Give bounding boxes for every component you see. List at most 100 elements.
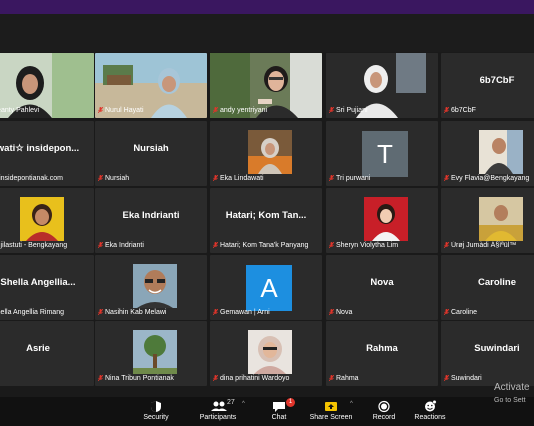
participant-tile[interactable]: andy yentriyani bbox=[210, 53, 322, 118]
participant-name-label: Hatari; Kom Tana'k Panyang bbox=[213, 241, 320, 251]
participant-name-label: Nursiah bbox=[98, 174, 205, 184]
participant-tile[interactable]: Shella Angellia... Shella Angellia Rimang bbox=[0, 255, 94, 320]
participant-tile[interactable]: Nina Tribun Pontianak bbox=[95, 321, 207, 386]
participant-name-label: Tri purwani bbox=[329, 174, 436, 184]
activate-windows-subtext: Go to Sett bbox=[494, 397, 526, 404]
participant-name-label: rie bbox=[0, 374, 92, 384]
muted-mic-icon bbox=[444, 107, 449, 113]
participant-name-label: Eka Lindawati bbox=[213, 174, 320, 184]
muted-mic-icon bbox=[213, 175, 218, 181]
reactions-button[interactable]: Reactions bbox=[412, 397, 448, 426]
participant-tile[interactable]: dina prihatini Wardoyo bbox=[210, 321, 322, 386]
meeting-header bbox=[0, 14, 534, 52]
participant-name-label: Nova bbox=[329, 308, 436, 318]
security-label: Security bbox=[143, 414, 169, 421]
participant-display-name: 6b7CbF bbox=[479, 75, 515, 86]
share-screen-icon bbox=[324, 400, 338, 413]
muted-mic-icon bbox=[98, 107, 103, 113]
share-caret-icon[interactable]: ^ bbox=[350, 401, 353, 407]
muted-mic-icon bbox=[444, 242, 449, 248]
participant-tile[interactable]: Úrøj Jumàdi Á§ìªül™ bbox=[441, 188, 534, 253]
participant-display-name: Nursiah bbox=[133, 143, 169, 154]
chat-unread-badge: 1 bbox=[286, 398, 295, 407]
participant-tile[interactable]: Asrie rie bbox=[0, 321, 94, 386]
participant-name-label: andy yentriyani bbox=[213, 106, 320, 116]
participant-name-label: dina prihatini Wardoyo bbox=[213, 374, 320, 384]
participant-tile[interactable]: wati☆ insidepon... @insidepontianak.com bbox=[0, 121, 94, 186]
muted-mic-icon bbox=[444, 175, 449, 181]
muted-mic-icon bbox=[213, 107, 218, 113]
participant-tile[interactable]: Heanty Pahlevi bbox=[0, 53, 94, 118]
participant-tile[interactable]: Nasihin Kab Melawi bbox=[95, 255, 207, 320]
participant-display-name: Rahma bbox=[366, 343, 398, 354]
chat-button[interactable]: 1 Chat bbox=[264, 397, 295, 426]
muted-mic-icon bbox=[444, 309, 449, 315]
participant-name-label: Heanty Pahlevi bbox=[0, 107, 40, 114]
participant-display-name: Nova bbox=[370, 277, 394, 288]
participant-tile[interactable]: Sheryn Violytha Lim bbox=[326, 188, 438, 253]
security-button[interactable]: Security bbox=[138, 397, 174, 426]
muted-mic-icon bbox=[98, 242, 103, 248]
participant-display-name: wati☆ insidepon... bbox=[0, 143, 80, 154]
muted-mic-icon bbox=[98, 375, 103, 381]
participant-display-name: Shella Angellia... bbox=[0, 277, 76, 288]
participants-count: 27 bbox=[227, 399, 235, 406]
participant-tile[interactable]: Nova Nova bbox=[326, 255, 438, 320]
record-button[interactable]: Record bbox=[368, 397, 400, 426]
muted-mic-icon bbox=[329, 107, 334, 113]
muted-mic-icon bbox=[213, 309, 218, 315]
participant-tile[interactable]: Hatari; Kom Tan... Hatari; Kom Tana'k Pan… bbox=[210, 188, 322, 253]
participant-tile[interactable]: Rahma Rahma bbox=[326, 321, 438, 386]
participant-tile[interactable]: Evy Flavia@Bengkayang bbox=[441, 121, 534, 186]
participant-name-label: Nurul Hayati bbox=[98, 106, 205, 116]
participants-button[interactable]: 27 Participants bbox=[196, 397, 240, 426]
participant-name-label: Caroline bbox=[444, 308, 534, 318]
participant-name-label: Nasihin Kab Melawi bbox=[98, 308, 205, 318]
participant-tile[interactable]: A Gemawan | Arni bbox=[210, 255, 322, 320]
meeting-toolbar: Security 27 Participants ^ 1 Chat Share … bbox=[0, 397, 534, 426]
participant-tile[interactable]: Caroline Caroline bbox=[441, 255, 534, 320]
chat-label: Chat bbox=[271, 414, 287, 421]
chat-bubble-icon bbox=[272, 400, 286, 413]
muted-mic-icon bbox=[213, 375, 218, 381]
reactions-label: Reactions bbox=[414, 414, 446, 421]
muted-mic-icon bbox=[329, 375, 334, 381]
participant-tile[interactable]: Suwindari Suwindari bbox=[441, 321, 534, 386]
window-title-bar bbox=[0, 0, 534, 14]
record-icon bbox=[377, 400, 391, 413]
participant-display-name: Eka Indrianti bbox=[122, 210, 180, 221]
share-screen-label: Share Screen bbox=[309, 414, 353, 421]
participants-caret-icon[interactable]: ^ bbox=[242, 401, 245, 407]
people-icon bbox=[211, 400, 227, 413]
share-screen-button[interactable]: Share Screen bbox=[308, 397, 354, 426]
participant-tile[interactable]: Pujilastuti - Bengkayang bbox=[0, 188, 94, 253]
participant-tile[interactable]: Nurul Hayati bbox=[95, 53, 207, 118]
participant-display-name: Asrie bbox=[26, 343, 50, 354]
record-label: Record bbox=[372, 414, 396, 421]
participant-name-label: Sri Pujiani bbox=[329, 106, 436, 116]
participant-tile[interactable]: 6b7CbF 6b7CbF bbox=[441, 53, 534, 118]
participant-tile[interactable]: Nursiah Nursiah bbox=[95, 121, 207, 186]
muted-mic-icon bbox=[444, 375, 449, 381]
muted-mic-icon bbox=[98, 309, 103, 315]
participant-name-label: Sheryn Violytha Lim bbox=[329, 241, 436, 251]
participant-name-label: Úrøj Jumàdi Á§ìªül™ bbox=[444, 241, 534, 251]
participant-tile[interactable]: Eka Indrianti Eka Indrianti bbox=[95, 188, 207, 253]
participant-tile[interactable]: Sri Pujiani bbox=[326, 53, 438, 118]
activate-windows-watermark: Activate bbox=[494, 382, 530, 393]
participant-name-label: Gemawan | Arni bbox=[213, 308, 320, 318]
muted-mic-icon bbox=[213, 242, 218, 248]
participant-initial-avatar: A bbox=[246, 265, 292, 311]
participant-display-name: Hatari; Kom Tan... bbox=[225, 210, 307, 221]
muted-mic-icon bbox=[329, 309, 334, 315]
muted-mic-icon bbox=[98, 175, 103, 181]
participant-name-label: @insidepontianak.com bbox=[0, 175, 63, 182]
participant-display-name: Suwindari bbox=[474, 343, 520, 354]
participant-tile[interactable]: T Tri purwani bbox=[326, 121, 438, 186]
participant-tile[interactable]: Eka Lindawati bbox=[210, 121, 322, 186]
participant-display-name: Caroline bbox=[477, 277, 516, 288]
participant-name-label: Pujilastuti - Bengkayang bbox=[0, 242, 68, 249]
shield-icon bbox=[149, 400, 163, 413]
participants-label: Participants bbox=[199, 414, 237, 421]
participant-name-label: Eka Indrianti bbox=[98, 241, 205, 251]
